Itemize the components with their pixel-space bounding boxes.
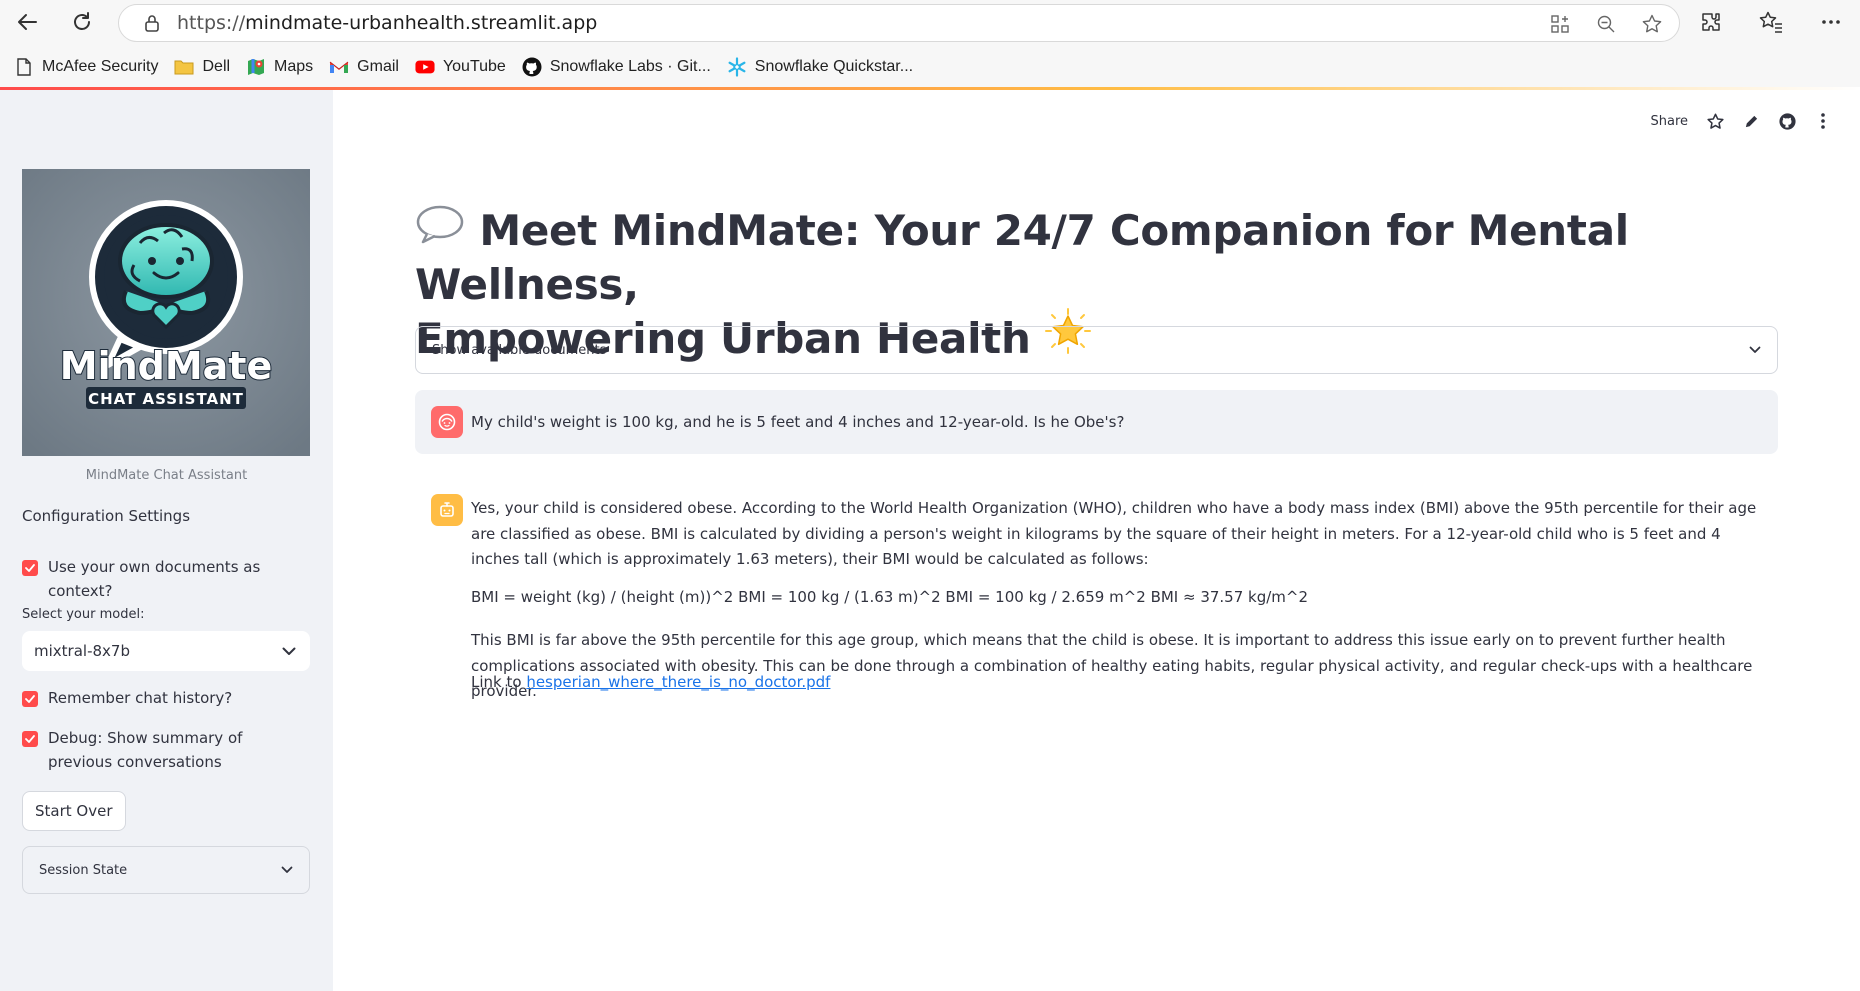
url-scheme: https:// (177, 12, 246, 34)
address-bar[interactable]: https://mindmate-urbanhealth.streamlit.a… (118, 4, 1680, 42)
bookmark-label: McAfee Security (42, 58, 159, 75)
bookmark-label: Snowflake Quickstar... (754, 58, 914, 75)
model-select-value: mixtral-8x7b (34, 642, 130, 660)
bookmark-label: Maps (274, 58, 314, 75)
back-arrow-icon (18, 14, 37, 30)
bookmark-snowflake-quickstarts[interactable]: Snowflake Quickstar... (721, 52, 923, 82)
chevron-down-icon (282, 647, 296, 655)
bookmark-dell[interactable]: Dell (168, 52, 240, 82)
back-button[interactable] (12, 7, 42, 37)
assistant-chat-message: Yes, your child is considered obese. Acc… (415, 474, 1778, 734)
bookmark-maps[interactable]: Maps (240, 52, 323, 82)
url-domain: mindmate-urbanhealth.streamlit.app (245, 12, 598, 34)
share-button[interactable]: Share (1650, 114, 1688, 129)
github-icon (522, 57, 542, 77)
main-content: Share Meet MindMate: Your 24/7 Companion… (333, 90, 1860, 991)
bookmarks-bar: McAfee Security Dell Maps Gmail YouTube … (0, 50, 923, 84)
use-docs-checkbox[interactable]: Use your own documents as context? (22, 558, 308, 603)
url-text[interactable]: https://mindmate-urbanhealth.streamlit.a… (177, 12, 597, 34)
kebab-menu-icon[interactable] (1814, 112, 1832, 130)
reload-icon (74, 12, 90, 30)
debug-summary-checkbox[interactable]: Debug: Show summary of previous conversa… (22, 729, 308, 774)
session-state-expander[interactable]: Session State (22, 846, 310, 894)
logo-wordmark: MindMate (60, 344, 273, 388)
assistant-paragraph-1: Yes, your child is considered obese. Acc… (471, 499, 1757, 568)
session-state-label: Session State (39, 862, 128, 878)
bookmark-label: Dell (202, 58, 231, 75)
favorite-star-icon[interactable] (1639, 11, 1665, 37)
user-avatar-icon (431, 406, 463, 438)
bookmark-snowflake-labs[interactable]: Snowflake Labs · Git... (516, 52, 721, 82)
bookmark-label: YouTube (442, 58, 506, 75)
youtube-icon (415, 57, 435, 77)
checkbox-checked-icon[interactable] (22, 691, 38, 707)
sidebar: MindMate CHAT ASSISTANT MindMate Chat As… (0, 90, 333, 991)
browser-right-actions (1692, 7, 1850, 37)
model-select-label: Select your model: (22, 607, 145, 622)
title-line-1: Meet MindMate: Your 24/7 Companion for M… (415, 206, 1629, 309)
start-over-button[interactable]: Start Over (22, 791, 126, 831)
assistant-source-line: Link to hesperian_where_there_is_no_doct… (471, 670, 1771, 696)
user-chat-message: My child's weight is 100 kg, and he is 5… (415, 390, 1778, 454)
more-icon[interactable] (1812, 7, 1850, 37)
assistant-avatar-icon (431, 494, 463, 526)
bookmark-gmail[interactable]: Gmail (323, 52, 409, 82)
config-settings-title: Configuration Settings (22, 507, 191, 525)
folder-icon (174, 57, 194, 77)
checkbox-checked-icon[interactable] (22, 560, 38, 576)
available-documents-label: Show available documents (432, 342, 607, 358)
source-document-link[interactable]: hesperian_where_there_is_no_doctor.pdf (526, 673, 830, 691)
bookmark-mcafee[interactable]: McAfee Security (8, 52, 168, 82)
bookmark-label: Gmail (357, 58, 399, 75)
remember-history-label: Remember chat history? (48, 689, 233, 707)
browser-chrome: https://mindmate-urbanhealth.streamlit.a… (0, 0, 1860, 88)
logo-caption: MindMate Chat Assistant (85, 468, 248, 483)
speech-bubble-icon (415, 203, 465, 257)
chevron-down-icon (1749, 346, 1761, 353)
star-icon[interactable] (1706, 112, 1724, 130)
lock-icon[interactable] (141, 12, 163, 34)
favorites-icon[interactable] (1752, 7, 1790, 37)
checkbox-checked-icon[interactable] (22, 731, 38, 747)
use-docs-label: Use your own documents as context? (48, 558, 261, 600)
github-icon[interactable] (1778, 112, 1796, 130)
model-select[interactable]: mixtral-8x7b (22, 631, 310, 671)
app-toolbar: Share (1650, 112, 1832, 130)
browser-nav-row: https://mindmate-urbanhealth.streamlit.a… (0, 0, 1860, 44)
address-bar-actions (1547, 11, 1665, 37)
assistant-paragraph-2: BMI = weight (kg) / (height (m))^2 BMI =… (471, 588, 1309, 606)
maps-icon (246, 57, 266, 77)
zoom-out-icon[interactable] (1593, 11, 1619, 37)
gmail-icon (329, 57, 349, 77)
reload-button[interactable] (67, 7, 97, 37)
user-message-text: My child's weight is 100 kg, and he is 5… (471, 413, 1125, 431)
page-icon (14, 57, 34, 77)
snowflake-icon (727, 57, 747, 77)
logo-subtitle: CHAT ASSISTANT (88, 390, 244, 408)
chevron-down-icon (281, 866, 293, 873)
apps-icon[interactable] (1547, 11, 1573, 37)
remember-history-checkbox[interactable]: Remember chat history? (22, 689, 308, 710)
bookmark-label: Snowflake Labs · Git... (549, 58, 711, 75)
mindmate-logo: MindMate CHAT ASSISTANT (22, 169, 310, 456)
debug-summary-label: Debug: Show summary of previous conversa… (48, 729, 243, 771)
bookmark-youtube[interactable]: YouTube (409, 52, 516, 82)
edit-pencil-icon[interactable] (1742, 112, 1760, 130)
available-documents-expander[interactable]: Show available documents (415, 326, 1778, 374)
extensions-icon[interactable] (1692, 7, 1730, 37)
source-link-prefix: Link to (471, 673, 527, 691)
